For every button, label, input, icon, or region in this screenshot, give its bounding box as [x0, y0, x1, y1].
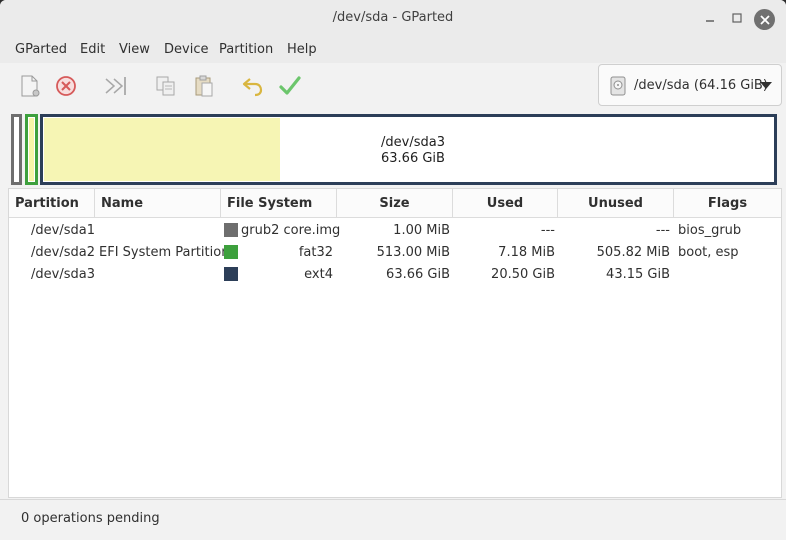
- window-title: /dev/sda - GParted: [332, 10, 454, 25]
- table-row[interactable]: /dev/sda2 EFI System Partition fat32 513…: [9, 241, 781, 263]
- close-button[interactable]: [754, 9, 775, 30]
- segment-partition-size: 63.66 GiB: [381, 151, 445, 166]
- menu-device[interactable]: Device: [164, 42, 208, 57]
- cell-partition: /dev/sda3: [31, 267, 95, 282]
- minimize-button[interactable]: [700, 8, 720, 28]
- header-size[interactable]: Size: [337, 189, 453, 218]
- header-partition[interactable]: Partition: [9, 189, 95, 218]
- cell-flags: boot, esp: [678, 245, 739, 260]
- segment-label: /dev/sda3 63.66 GiB: [381, 135, 445, 167]
- used-space-fill: [29, 118, 34, 181]
- cell-size: 63.66 GiB: [386, 267, 450, 282]
- partition-segment-sda2[interactable]: [25, 114, 38, 185]
- copy-icon: [156, 76, 175, 96]
- segment-partition-name: /dev/sda3: [381, 135, 445, 150]
- dropdown-arrow-icon: [760, 82, 772, 89]
- cell-unused: 505.82 MiB: [596, 245, 670, 260]
- paste-icon: [195, 75, 213, 97]
- menu-partition[interactable]: Partition: [219, 42, 273, 57]
- delete-button[interactable]: [53, 73, 79, 99]
- device-label: /dev/sda (64.16 GiB): [634, 78, 768, 93]
- gparted-window: /dev/sda - GParted GParted Edit View Dev…: [0, 0, 786, 540]
- cell-partition: /dev/sda1: [31, 223, 95, 238]
- partition-segment-sda1[interactable]: [11, 114, 22, 185]
- cell-partition: /dev/sda2: [31, 245, 95, 260]
- cell-filesystem: grub2 core.img: [241, 223, 341, 238]
- cell-filesystem: fat32: [298, 245, 333, 260]
- undo-button[interactable]: [240, 73, 266, 99]
- delete-icon: [56, 76, 76, 96]
- header-filesystem[interactable]: File System: [221, 189, 337, 218]
- cell-unused: ---: [655, 223, 670, 238]
- cell-filesystem: ext4: [304, 267, 333, 282]
- filesystem-color-swatch: [224, 267, 238, 281]
- minimize-icon: [706, 20, 714, 22]
- header-unused[interactable]: Unused: [558, 189, 674, 218]
- device-selector[interactable]: /dev/sda (64.16 GiB): [598, 64, 782, 106]
- menu-help[interactable]: Help: [287, 42, 317, 57]
- header-flags[interactable]: Flags: [674, 189, 781, 218]
- new-partition-button[interactable]: [16, 73, 42, 99]
- partition-segment-sda3[interactable]: /dev/sda3 63.66 GiB: [40, 114, 777, 185]
- used-space-fill: [44, 118, 280, 181]
- cell-flags: bios_grub: [678, 223, 742, 238]
- menu-gparted[interactable]: GParted: [15, 42, 67, 57]
- copy-button[interactable]: [153, 73, 179, 99]
- partition-table: Partition Name File System Size Used Unu…: [8, 188, 782, 498]
- filesystem-color-swatch: [224, 245, 238, 259]
- resize-move-button[interactable]: [103, 73, 129, 99]
- cell-name: EFI System Partition: [99, 245, 230, 260]
- filesystem-color-swatch: [224, 223, 238, 237]
- close-icon: [759, 14, 770, 25]
- title-bar: /dev/sda - GParted: [0, 0, 786, 36]
- status-bar: 0 operations pending: [0, 499, 786, 540]
- cell-used: 20.50 GiB: [491, 267, 555, 282]
- new-partition-icon: [21, 75, 40, 97]
- undo-icon: [242, 78, 263, 97]
- apply-icon: [279, 76, 301, 95]
- header-name[interactable]: Name: [95, 189, 221, 218]
- menu-bar: GParted Edit View Device Partition Help: [0, 36, 786, 63]
- maximize-icon: [732, 13, 742, 23]
- cell-unused: 43.15 GiB: [606, 267, 670, 282]
- menu-view[interactable]: View: [119, 42, 150, 57]
- cell-used: 7.18 MiB: [498, 245, 555, 260]
- table-row[interactable]: /dev/sda1 grub2 core.img 1.00 MiB --- --…: [9, 219, 781, 241]
- apply-button[interactable]: [277, 73, 303, 99]
- partition-map: /dev/sda3 63.66 GiB: [9, 112, 777, 185]
- cell-size: 1.00 MiB: [393, 223, 450, 238]
- header-used[interactable]: Used: [453, 189, 558, 218]
- harddisk-icon: [610, 76, 626, 96]
- maximize-button[interactable]: [727, 8, 747, 28]
- cell-used: ---: [540, 223, 555, 238]
- cell-size: 513.00 MiB: [376, 245, 450, 260]
- menu-edit[interactable]: Edit: [80, 42, 105, 57]
- resize-move-icon: [105, 77, 126, 95]
- table-row[interactable]: /dev/sda3 ext4 63.66 GiB 20.50 GiB 43.15…: [9, 263, 781, 285]
- operations-pending-label: 0 operations pending: [21, 511, 160, 526]
- paste-button[interactable]: [191, 73, 217, 99]
- table-header: Partition Name File System Size Used Unu…: [9, 189, 781, 218]
